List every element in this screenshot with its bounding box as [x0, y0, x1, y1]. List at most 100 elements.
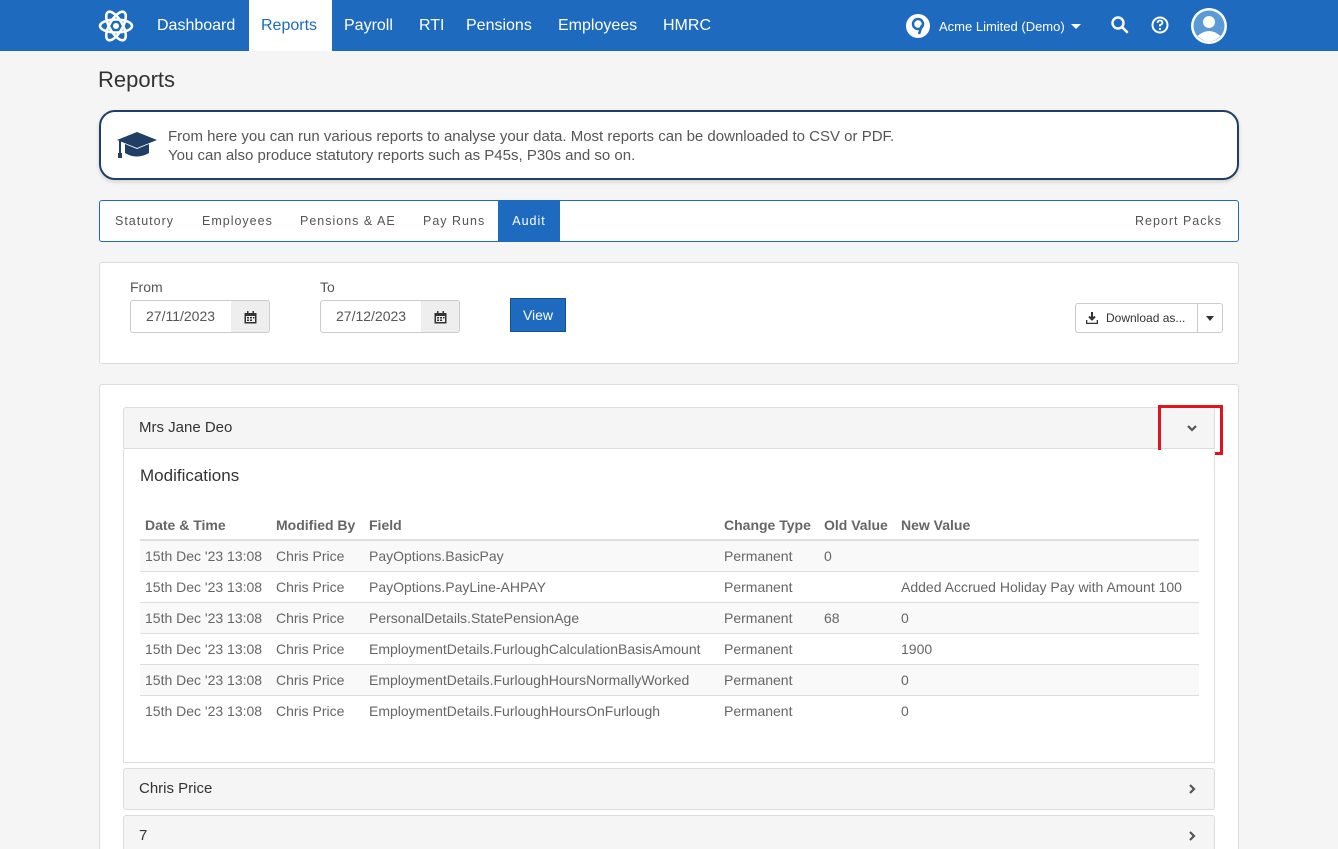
column-header: Field — [364, 510, 719, 541]
chevron-down-icon — [1070, 23, 1081, 29]
table-cell: 68 — [819, 601, 896, 633]
from-label: From — [130, 279, 163, 295]
callout-text-line-1: From here you can run various reports to… — [168, 128, 895, 145]
table-cell: PayOptions.PayLine-AHPAY — [364, 570, 719, 602]
highlight-box — [1158, 405, 1223, 455]
accordion-title: 7 — [139, 827, 148, 844]
column-header: Change Type — [719, 510, 819, 541]
company-selector[interactable]: Acme Limited (Demo) — [905, 13, 1081, 39]
table-cell: Permanent — [719, 570, 819, 602]
table-cell: EmploymentDetails.FurloughHoursNormallyW… — [364, 663, 719, 695]
callout-text-line-2: You can also produce statutory reports s… — [168, 147, 636, 164]
help-icon[interactable] — [1150, 15, 1170, 35]
table-row: 15th Dec '23 13:08 Chris Price PayOption… — [140, 539, 1199, 571]
chevron-right-icon[interactable] — [1185, 829, 1199, 843]
modifications-title: Modifications — [140, 466, 240, 485]
nav-hmrc[interactable]: HMRC — [651, 0, 723, 51]
tab-audit[interactable]: Audit — [498, 201, 560, 241]
table-cell: Permanent — [719, 663, 819, 695]
table-cell: PayOptions.BasicPay — [364, 539, 719, 571]
download-dropdown-toggle[interactable] — [1197, 303, 1223, 333]
column-header: New Value — [896, 510, 1199, 541]
table-cell — [819, 663, 896, 695]
table-cell: 0 — [819, 539, 896, 571]
table-cell: EmploymentDetails.FurloughCalculationBas… — [364, 632, 719, 664]
table-cell: Added Accrued Holiday Pay with Amount 10… — [896, 570, 1199, 602]
column-header: Date & Time — [140, 510, 271, 541]
download-icon — [1086, 312, 1098, 324]
table-cell: 15th Dec '23 13:08 — [140, 694, 271, 726]
info-callout: From here you can run various reports to… — [99, 110, 1239, 180]
chevron-down-icon — [1206, 316, 1214, 321]
from-calendar-button[interactable] — [231, 300, 270, 333]
to-calendar-button[interactable] — [421, 300, 460, 333]
accordion-title: Mrs Jane Deo — [139, 419, 233, 436]
table-cell: 15th Dec '23 13:08 — [140, 663, 271, 695]
to-date-input[interactable]: 27/12/2023 — [320, 300, 422, 333]
nav-pensions[interactable]: Pensions — [454, 0, 544, 51]
table-cell: 0 — [896, 601, 1199, 633]
view-button[interactable]: View — [510, 298, 566, 332]
download-as-button[interactable]: Download as... — [1075, 303, 1198, 333]
chevron-right-icon[interactable] — [1185, 782, 1199, 796]
accordion-header-7[interactable]: 7 — [123, 815, 1215, 849]
table-cell — [819, 694, 896, 726]
table-cell: Chris Price — [271, 632, 364, 664]
report-packs-link[interactable]: Report Packs — [1135, 201, 1222, 241]
table-cell: Chris Price — [271, 601, 364, 633]
atom-logo-icon[interactable] — [98, 8, 134, 44]
filter-panel: From 27/11/2023 To 27/12/2023 View Downl… — [99, 262, 1239, 364]
accordion-header-chris-price[interactable]: Chris Price — [123, 768, 1215, 810]
table-cell: EmploymentDetails.FurloughHoursOnFurloug… — [364, 694, 719, 726]
company-logo-icon — [906, 14, 930, 38]
table-cell: Permanent — [719, 632, 819, 664]
tab-pensions-ae[interactable]: Pensions & AE — [285, 201, 411, 241]
page-title: Reports — [98, 67, 176, 92]
modifications-table: Date & Time Modified By Field Change Typ… — [140, 510, 1199, 726]
calendar-icon — [244, 311, 257, 324]
nav-payroll[interactable]: Payroll — [332, 0, 405, 51]
table-cell: Chris Price — [271, 663, 364, 695]
table-cell: 1900 — [896, 632, 1199, 664]
table-row: 15th Dec '23 13:08 Chris Price PersonalD… — [140, 601, 1199, 633]
table-row: 15th Dec '23 13:08 Chris Price PayOption… — [140, 570, 1199, 602]
table-cell: 15th Dec '23 13:08 — [140, 601, 271, 633]
accordion-body-jane-deo: Modifications Date & Time Modified By Fi… — [123, 450, 1215, 763]
table-row: 15th Dec '23 13:08 Chris Price Employmen… — [140, 694, 1199, 726]
from-date-input[interactable]: 27/11/2023 — [130, 300, 232, 333]
column-header: Modified By — [271, 510, 364, 541]
report-tabs: Statutory Employees Pensions & AE Pay Ru… — [99, 200, 1239, 242]
tab-statutory[interactable]: Statutory — [100, 201, 189, 241]
nav-dashboard[interactable]: Dashboard — [145, 0, 247, 51]
nav-employees[interactable]: Employees — [546, 0, 649, 51]
to-label: To — [320, 279, 335, 295]
company-name: Acme Limited (Demo) — [939, 18, 1065, 34]
table-cell: Permanent — [719, 694, 819, 726]
nav-rti[interactable]: RTI — [407, 0, 456, 51]
top-navbar: Dashboard Reports Payroll RTI Pensions E… — [0, 0, 1338, 51]
graduation-cap-icon — [117, 132, 157, 158]
tab-pay-runs[interactable]: Pay Runs — [408, 201, 500, 241]
table-cell — [819, 632, 896, 664]
table-cell — [819, 570, 896, 602]
table-cell: PersonalDetails.StatePensionAge — [364, 601, 719, 633]
accordion-header-jane-deo[interactable]: Mrs Jane Deo — [123, 407, 1215, 449]
accordion-title: Chris Price — [139, 780, 213, 797]
audit-results-panel: Mrs Jane Deo Modifications Date & Time M… — [99, 384, 1239, 849]
table-cell: Permanent — [719, 539, 819, 571]
table-row: 15th Dec '23 13:08 Chris Price Employmen… — [140, 632, 1199, 664]
download-label: Download as... — [1106, 311, 1186, 325]
tab-employees[interactable]: Employees — [187, 201, 288, 241]
nav-reports[interactable]: Reports — [249, 0, 332, 51]
table-cell: Chris Price — [271, 694, 364, 726]
table-cell: Permanent — [719, 601, 819, 633]
table-cell: 15th Dec '23 13:08 — [140, 539, 271, 571]
column-header: Old Value — [819, 510, 896, 541]
table-row: 15th Dec '23 13:08 Chris Price Employmen… — [140, 663, 1199, 695]
table-header-row: Date & Time Modified By Field Change Typ… — [140, 510, 1199, 541]
calendar-icon — [434, 311, 447, 324]
table-cell: Chris Price — [271, 570, 364, 602]
avatar[interactable] — [1191, 8, 1227, 44]
search-icon[interactable] — [1110, 15, 1130, 35]
table-cell — [896, 539, 1199, 571]
